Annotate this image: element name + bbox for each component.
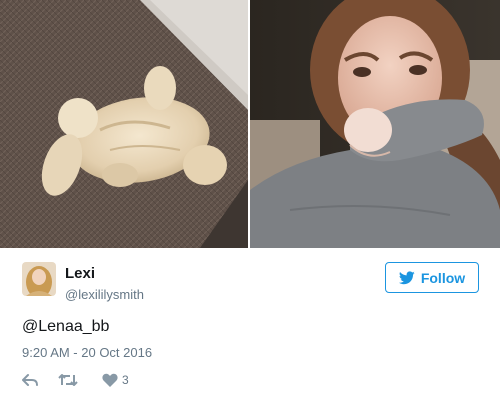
heart-icon (102, 373, 118, 387)
like-button[interactable]: 3 (102, 373, 129, 387)
twitter-bird-icon (398, 270, 415, 284)
retweet-button[interactable] (58, 373, 102, 387)
follow-button[interactable]: Follow (385, 262, 479, 293)
like-count: 3 (122, 373, 129, 387)
tweet-actions: 3 (22, 370, 129, 390)
photo-woman-crying[interactable] (250, 0, 500, 248)
reply-button[interactable] (22, 373, 58, 387)
author-handle[interactable]: @lexililysmith (65, 287, 144, 302)
user-avatar-icon (22, 262, 56, 296)
photo-dog-on-rug[interactable] (0, 0, 248, 248)
tweet-timestamp[interactable]: 9:20 AM - 20 Oct 2016 (22, 345, 152, 360)
follow-button-label: Follow (420, 269, 466, 286)
tweet-text[interactable]: @Lenaa_bb (22, 318, 109, 336)
author-display-name[interactable]: Lexi (65, 265, 95, 282)
woman-photo-illustration (250, 0, 500, 248)
reply-icon (22, 374, 38, 386)
dog-photo-illustration (0, 0, 248, 248)
avatar[interactable] (22, 262, 56, 296)
tweet-media (0, 0, 500, 248)
retweet-icon (58, 374, 78, 386)
